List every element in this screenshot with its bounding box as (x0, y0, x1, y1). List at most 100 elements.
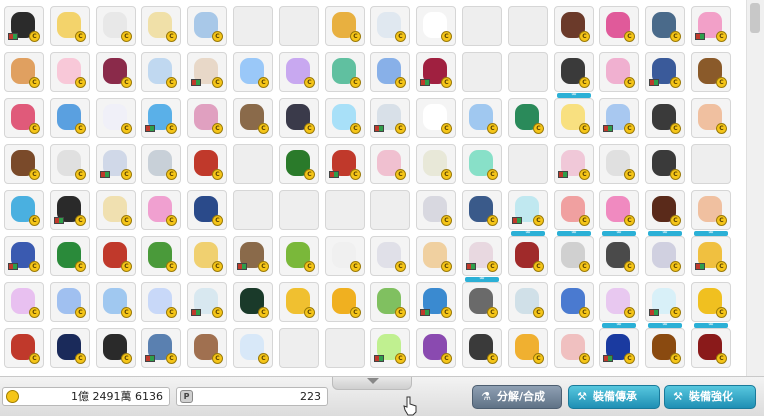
inventory-slot[interactable]: C (50, 236, 90, 276)
inventory-slot-empty[interactable] (325, 328, 365, 368)
inventory-slot[interactable]: C (187, 98, 227, 138)
inventory-slot[interactable]: C (691, 98, 731, 138)
inventory-slot[interactable]: C (233, 328, 273, 368)
inventory-slot[interactable]: C (96, 52, 136, 92)
inventory-slot[interactable]: C (554, 6, 594, 46)
inventory-slot[interactable]: C (96, 190, 136, 230)
inventory-slot[interactable]: C (370, 98, 410, 138)
inventory-slot-empty[interactable] (233, 6, 273, 46)
inventory-slot[interactable]: C (554, 236, 594, 276)
inventory-slot[interactable]: C (325, 98, 365, 138)
inventory-slot-empty[interactable] (462, 6, 502, 46)
inventory-slot[interactable]: C (187, 144, 227, 184)
inventory-slot[interactable]: C (141, 6, 181, 46)
inventory-slot[interactable]: C (691, 236, 731, 276)
inventory-slot[interactable]: C (416, 282, 456, 322)
inventory-slot[interactable]: C (187, 236, 227, 276)
inventory-slot[interactable]: C (508, 282, 548, 322)
inventory-slot[interactable]: C (370, 328, 410, 368)
inventory-slot[interactable]: C (691, 6, 731, 46)
inventory-slot[interactable]: C (554, 282, 594, 322)
inventory-slot[interactable]: C (141, 328, 181, 368)
inventory-slot[interactable]: C (508, 328, 548, 368)
inventory-slot-empty[interactable] (508, 144, 548, 184)
inventory-slot[interactable]: C (4, 328, 44, 368)
inventory-slot[interactable]: C (50, 6, 90, 46)
inventory-slot[interactable]: C (416, 236, 456, 276)
inventory-slot[interactable]: C (4, 98, 44, 138)
inventory-slot-empty[interactable] (279, 328, 319, 368)
inventory-slot[interactable]: C (645, 282, 685, 328)
inventory-slot-empty[interactable] (325, 190, 365, 230)
inventory-slot[interactable]: C (325, 144, 365, 184)
inventory-slot[interactable]: C (233, 236, 273, 276)
inventory-slot-empty[interactable] (462, 52, 502, 92)
inventory-slot[interactable]: C (4, 282, 44, 322)
inventory-slot[interactable]: C (645, 98, 685, 138)
inventory-slot[interactable]: C (554, 52, 594, 98)
inventory-slot[interactable]: C (645, 328, 685, 368)
inventory-slot-empty[interactable] (233, 190, 273, 230)
inventory-slot[interactable]: C (187, 282, 227, 322)
inventory-slot[interactable]: C (141, 52, 181, 92)
inventory-slot-empty[interactable] (508, 52, 548, 92)
inventory-slot[interactable]: C (279, 98, 319, 138)
inventory-slot[interactable]: C (554, 190, 594, 236)
inventory-slot[interactable]: C (599, 236, 639, 276)
inventory-slot[interactable]: C (508, 190, 548, 236)
inventory-slot[interactable]: C (4, 52, 44, 92)
inventory-slot[interactable]: C (325, 52, 365, 92)
inventory-slot[interactable]: C (416, 144, 456, 184)
inventory-slot[interactable]: C (599, 328, 639, 368)
inventory-slot[interactable]: C (554, 328, 594, 368)
inventory-slot[interactable]: C (96, 6, 136, 46)
inventory-slot[interactable]: C (645, 52, 685, 92)
inventory-slot[interactable]: C (599, 98, 639, 138)
inventory-slot-empty[interactable] (370, 190, 410, 230)
inventory-slot[interactable]: C (325, 6, 365, 46)
inventory-slot[interactable]: C (141, 236, 181, 276)
inventory-slot[interactable]: C (462, 190, 502, 230)
inventory-slot[interactable]: C (416, 328, 456, 368)
inventory-slot[interactable]: C (233, 52, 273, 92)
inventory-slot[interactable]: C (462, 236, 502, 282)
inventory-slot[interactable]: C (187, 6, 227, 46)
inventory-slot[interactable]: C (370, 6, 410, 46)
inventory-slot[interactable]: C (141, 144, 181, 184)
inventory-slot[interactable]: C (279, 52, 319, 92)
inventory-slot[interactable]: C (141, 190, 181, 230)
inventory-slot[interactable]: C (691, 52, 731, 92)
inventory-slot[interactable]: C (325, 282, 365, 322)
inventory-slot[interactable]: C (691, 190, 731, 236)
inventory-slot[interactable]: C (4, 236, 44, 276)
inventory-slot[interactable]: C (599, 144, 639, 184)
inventory-slot[interactable]: C (96, 236, 136, 276)
inventory-slot[interactable]: C (50, 52, 90, 92)
inventory-slot[interactable]: C (141, 98, 181, 138)
scrollbar-thumb[interactable] (750, 3, 760, 33)
inventory-slot[interactable]: C (416, 6, 456, 46)
inventory-slot[interactable]: C (187, 328, 227, 368)
inventory-slot[interactable]: C (554, 144, 594, 184)
inventory-slot[interactable]: C (416, 190, 456, 230)
inventory-slot[interactable]: C (462, 144, 502, 184)
inventory-slot[interactable]: C (370, 52, 410, 92)
inventory-slot[interactable]: C (462, 328, 502, 368)
inventory-slot[interactable]: C (187, 52, 227, 92)
inventory-slot-empty[interactable] (508, 6, 548, 46)
inventory-slot[interactable]: C (279, 144, 319, 184)
inventory-slot[interactable]: C (508, 236, 548, 276)
inventory-slot[interactable]: C (645, 236, 685, 276)
inventory-slot[interactable]: C (599, 52, 639, 92)
inventory-slot[interactable]: C (141, 282, 181, 322)
inventory-slot[interactable]: C (187, 190, 227, 230)
inventory-slot[interactable]: C (233, 282, 273, 322)
inventory-slot[interactable]: C (599, 282, 639, 328)
inventory-slot[interactable]: C (462, 282, 502, 322)
inventory-slot[interactable]: C (233, 98, 273, 138)
inventory-slot[interactable]: C (416, 98, 456, 138)
inventory-slot[interactable]: C (4, 190, 44, 230)
inventory-slot-empty[interactable] (279, 6, 319, 46)
inventory-slot[interactable]: C (645, 6, 685, 46)
inventory-slot[interactable]: C (96, 144, 136, 184)
